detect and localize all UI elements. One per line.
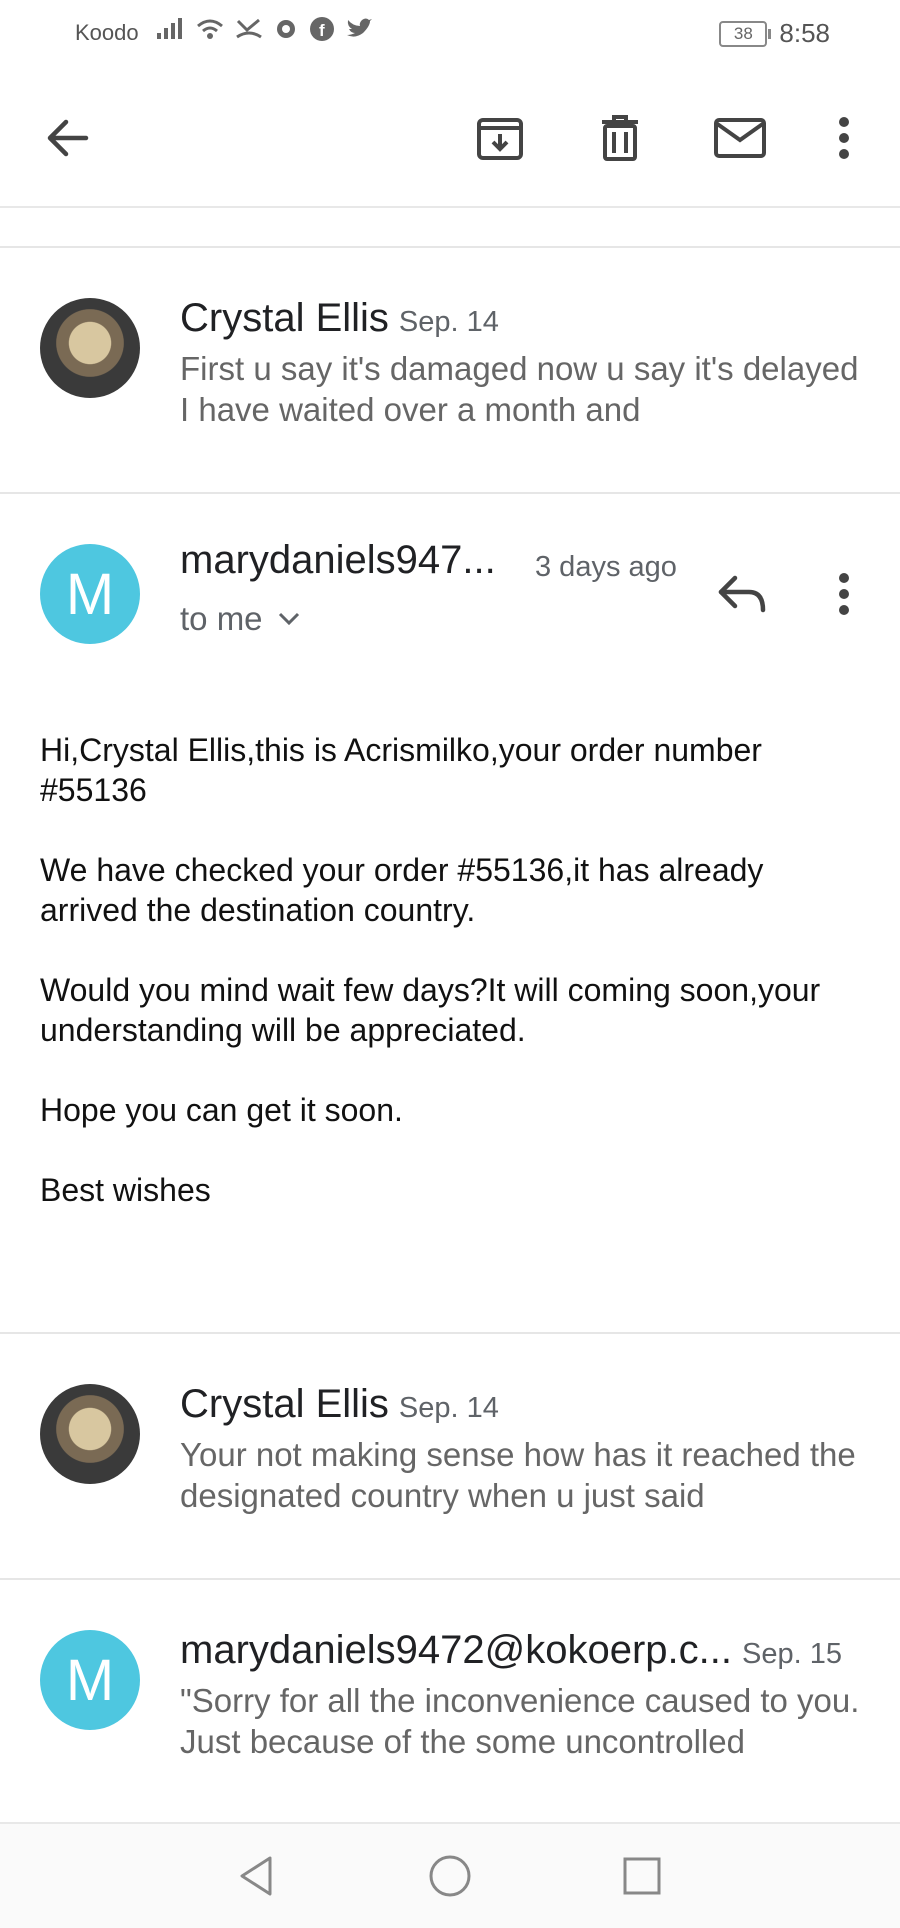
body-paragraph: We have checked your order #55136,it has…	[40, 852, 764, 928]
recipient-label: to me	[180, 600, 263, 637]
divider	[0, 492, 900, 494]
message-snippet: First u say it's damaged now u say it's …	[180, 350, 859, 428]
missed-call-icon	[236, 18, 262, 39]
avatar	[40, 1384, 140, 1484]
sender-name: Crystal Ellis	[180, 296, 389, 340]
more-options-button[interactable]	[812, 106, 876, 170]
more-vert-icon	[839, 573, 849, 615]
nav-back-button[interactable]	[226, 1846, 286, 1906]
circle-home-icon	[429, 1855, 471, 1897]
reply-icon	[718, 575, 766, 613]
reply-button[interactable]	[710, 562, 774, 626]
gear-icon	[277, 20, 295, 38]
message-snippet: "Sorry for all the inconvenience caused …	[180, 1682, 860, 1760]
message-date: Sep. 14	[398, 306, 499, 338]
wifi-icon	[197, 19, 223, 39]
toolbar	[0, 66, 900, 208]
recipient-details-toggle[interactable]: to me	[180, 600, 301, 638]
message-more-button[interactable]	[812, 562, 876, 626]
sender-name: marydaniels9472@kokoerp.c...	[180, 1628, 732, 1672]
collapsed-message[interactable]: M marydaniels9472@kokoerp.c... Sep. 15 "S…	[0, 1580, 900, 1820]
body-paragraph: Best wishes	[40, 1172, 211, 1208]
clock: 8:58	[779, 18, 830, 48]
back-arrow-icon	[47, 119, 89, 157]
more-vert-icon	[839, 117, 849, 159]
avatar: M	[40, 544, 140, 644]
sender-name: Crystal Ellis	[180, 1382, 389, 1426]
chevron-down-icon	[278, 612, 299, 626]
body-paragraph: Hi,Crystal Ellis,this is Acrismilko,your…	[40, 732, 762, 808]
sender-name[interactable]: marydaniels947...	[180, 538, 496, 583]
body-paragraph: Hope you can get it soon.	[40, 1092, 403, 1128]
mark-unread-icon	[714, 118, 766, 158]
collapsed-message[interactable]: Crystal Ellis Sep. 14 Your not making sen…	[0, 1334, 900, 1578]
avatar: M	[40, 1630, 140, 1730]
signal-icon	[157, 18, 182, 39]
battery-level: 38	[733, 23, 753, 43]
message-date: Sep. 15	[742, 1638, 842, 1670]
collapsed-message[interactable]: Crystal Ellis Sep. 14 First u say it's da…	[0, 248, 900, 492]
avatar-letter: M	[65, 1647, 115, 1713]
carrier-name: Koodo	[75, 20, 139, 45]
nav-home-button[interactable]	[420, 1846, 480, 1906]
status-bar: Koodo f 38 8:58	[0, 0, 900, 66]
back-button[interactable]	[36, 106, 100, 170]
twitter-icon	[347, 18, 372, 37]
triangle-back-icon	[240, 1856, 272, 1896]
facebook-icon: f	[310, 17, 334, 41]
archive-icon	[477, 118, 523, 160]
delete-button[interactable]	[588, 106, 652, 170]
mark-unread-button[interactable]	[708, 106, 772, 170]
avatar-letter: M	[65, 561, 115, 627]
nav-recents-button[interactable]	[612, 1846, 672, 1906]
avatar	[40, 298, 140, 398]
system-nav-bar	[0, 1822, 900, 1928]
delete-icon	[602, 115, 638, 161]
svg-text:f: f	[319, 21, 325, 40]
email-body: Hi,Crystal Ellis,this is Acrismilko,your…	[40, 730, 870, 1250]
message-time: 3 days ago	[535, 551, 677, 583]
message-date: Sep. 14	[398, 1392, 499, 1424]
body-paragraph: Would you mind wait few days?It will com…	[40, 972, 821, 1048]
square-recents-icon	[623, 1857, 661, 1895]
message-snippet: Your not making sense how has it reached…	[180, 1436, 856, 1514]
battery-indicator: 38	[719, 20, 772, 47]
archive-button[interactable]	[468, 106, 532, 170]
status-icons: f	[155, 16, 373, 42]
